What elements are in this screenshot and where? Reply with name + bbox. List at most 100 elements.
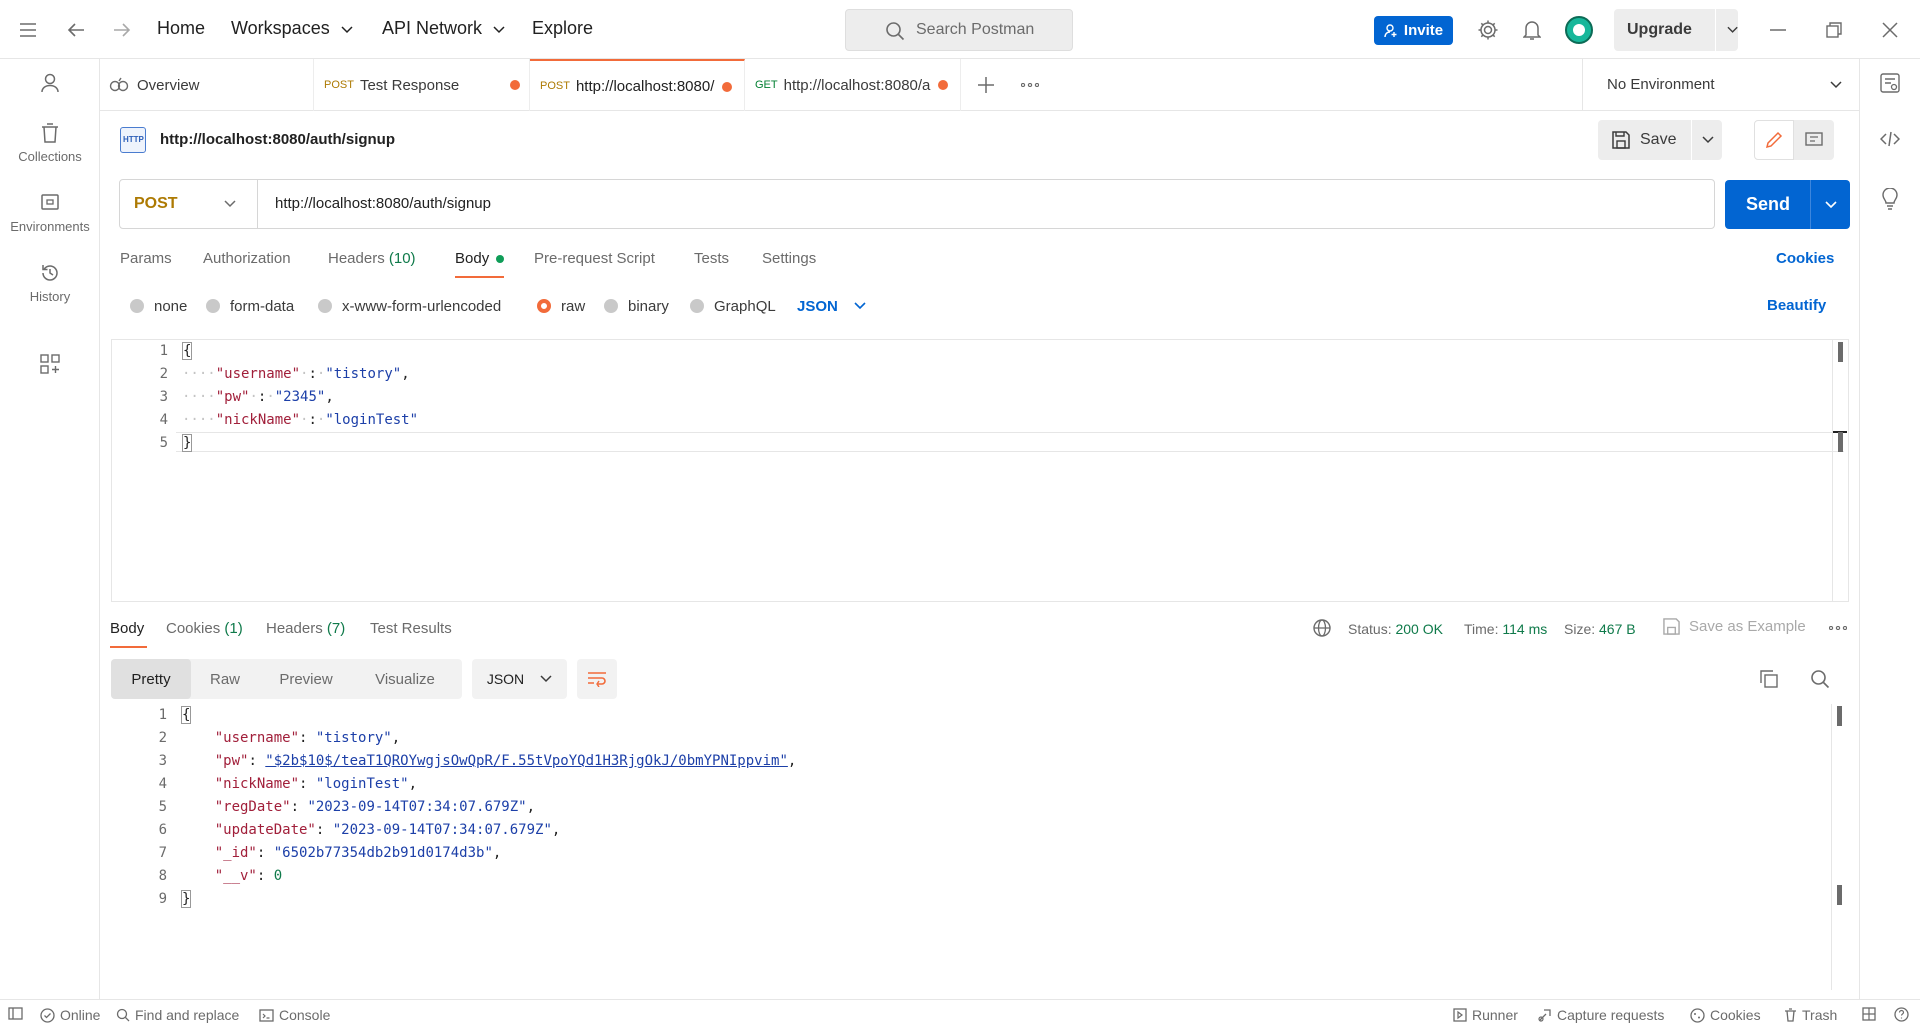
- search-icon[interactable]: [1809, 668, 1831, 690]
- invite-button[interactable]: Invite: [1374, 16, 1453, 45]
- scroll-thumb[interactable]: [1838, 432, 1843, 452]
- save-as-example-button[interactable]: Save as Example: [1663, 618, 1806, 635]
- cookies-link[interactable]: Cookies: [1776, 250, 1834, 267]
- console-button[interactable]: Console: [259, 1007, 330, 1023]
- tab-params[interactable]: Params: [120, 250, 172, 267]
- nav-api-network[interactable]: API Network: [382, 18, 505, 39]
- more-options-icon[interactable]: [1828, 622, 1848, 634]
- body-format-label: JSON: [797, 297, 838, 315]
- save-button[interactable]: Save: [1598, 120, 1722, 160]
- copy-icon[interactable]: [1758, 668, 1780, 690]
- view-visualize[interactable]: Visualize: [353, 659, 457, 699]
- chevron-down-icon: [854, 302, 866, 310]
- tab-tests[interactable]: Tests: [694, 250, 729, 267]
- avatar[interactable]: [1565, 16, 1593, 44]
- response-tab-headers[interactable]: Headers (7): [266, 620, 345, 637]
- request-body-editor[interactable]: 1 2 3 4 5 { ····"username"·:·"tistory", …: [111, 339, 1849, 602]
- unsaved-dot: [938, 80, 948, 90]
- view-pretty[interactable]: Pretty: [111, 659, 191, 699]
- scroll-thumb[interactable]: [1837, 885, 1842, 905]
- tab-authorization[interactable]: Authorization: [203, 250, 291, 267]
- sidebar-item-environments[interactable]: Environments: [0, 193, 100, 234]
- radio-form-data[interactable]: form-data: [206, 297, 294, 315]
- json-value: "tistory": [315, 730, 392, 746]
- wrap-lines-button[interactable]: [577, 659, 617, 699]
- cookies-button[interactable]: Cookies: [1690, 1007, 1761, 1023]
- search-box[interactable]: Search Postman: [845, 9, 1073, 51]
- view-preview[interactable]: Preview: [259, 659, 353, 699]
- scroll-thumb[interactable]: [1837, 706, 1842, 726]
- restore-window-icon[interactable]: [1822, 18, 1846, 42]
- response-tab-cookies[interactable]: Cookies (1): [166, 620, 243, 637]
- url-input[interactable]: http://localhost:8080/auth/signup: [275, 195, 491, 212]
- tab-signup-active[interactable]: POST http://localhost:8080/: [530, 59, 745, 111]
- tab-prerequest-script[interactable]: Pre-request Script: [534, 250, 655, 267]
- http-badge-label: HTTP: [123, 135, 144, 144]
- response-format-select[interactable]: JSON: [472, 659, 567, 699]
- help-button[interactable]: [1894, 1007, 1909, 1022]
- sidebar-item-history[interactable]: History: [0, 263, 100, 304]
- response-tab-body[interactable]: Body: [110, 620, 144, 637]
- notifications-bell-icon[interactable]: [1520, 18, 1544, 42]
- edit-mode-button[interactable]: [1754, 120, 1794, 160]
- url-bar: POST http://localhost:8080/auth/signup: [119, 179, 1715, 229]
- nav-explore[interactable]: Explore: [532, 18, 593, 39]
- tab-headers[interactable]: Headers (10): [328, 250, 416, 267]
- comments-button[interactable]: [1794, 120, 1834, 160]
- body-format-select[interactable]: JSON: [797, 297, 866, 315]
- minimize-window-icon[interactable]: [1766, 18, 1790, 42]
- method-select[interactable]: POST: [120, 180, 258, 228]
- sidebar-item-collections[interactable]: Collections: [0, 123, 100, 164]
- capture-requests-button[interactable]: Capture requests: [1538, 1007, 1664, 1023]
- back-arrow-icon[interactable]: [64, 18, 88, 42]
- radio-circle: [690, 299, 704, 313]
- tab-get-request[interactable]: GET http://localhost:8080/a: [745, 59, 961, 111]
- tab-test-response[interactable]: POST Test Response: [314, 59, 530, 111]
- beautify-link[interactable]: Beautify: [1767, 297, 1826, 314]
- more-tabs-icon[interactable]: [1018, 73, 1042, 97]
- nav-workspaces[interactable]: Workspaces: [231, 18, 353, 39]
- network-globe-icon[interactable]: [1312, 618, 1332, 638]
- comma: ,: [492, 845, 502, 861]
- find-replace-button[interactable]: Find and replace: [116, 1007, 239, 1023]
- trash-button[interactable]: Trash: [1784, 1007, 1837, 1023]
- time-readout[interactable]: Time: 114 ms: [1464, 621, 1547, 637]
- tab-settings[interactable]: Settings: [762, 250, 816, 267]
- environment-quicklook-icon[interactable]: [1878, 71, 1902, 95]
- tab-body[interactable]: Body: [455, 250, 505, 267]
- forward-arrow-icon[interactable]: [110, 18, 134, 42]
- viewer-scrollbar[interactable]: [1831, 704, 1847, 990]
- settings-gear-icon[interactable]: [1476, 18, 1500, 42]
- environment-selector[interactable]: No Environment: [1582, 59, 1859, 111]
- toggle-sidebar-button[interactable]: [8, 1007, 23, 1020]
- view-raw[interactable]: Raw: [191, 659, 259, 699]
- response-tab-test-results[interactable]: Test Results: [370, 620, 452, 637]
- code-snippet-icon[interactable]: [1878, 127, 1902, 151]
- radio-none[interactable]: none: [130, 297, 187, 315]
- upgrade-button[interactable]: Upgrade: [1614, 9, 1738, 51]
- status-readout[interactable]: Status: 200 OK: [1348, 621, 1443, 637]
- online-status[interactable]: Online: [40, 1007, 100, 1023]
- menu-icon[interactable]: [16, 18, 40, 42]
- lightbulb-icon[interactable]: [1878, 187, 1902, 211]
- json-value: 0: [273, 868, 283, 884]
- user-profile-icon[interactable]: [38, 71, 62, 95]
- response-body-viewer[interactable]: 1 2 3 4 5 6 7 8 9 { "username": "tistory…: [111, 704, 1849, 990]
- runner-button[interactable]: Runner: [1453, 1007, 1518, 1023]
- nav-home[interactable]: Home: [157, 18, 205, 39]
- tab-overview[interactable]: Overview: [100, 59, 314, 111]
- new-tab-plus-icon[interactable]: [974, 73, 998, 97]
- close-window-icon[interactable]: [1878, 18, 1902, 42]
- radio-graphql[interactable]: GraphQL: [690, 297, 776, 315]
- radio-binary[interactable]: binary: [604, 297, 669, 315]
- scroll-thumb[interactable]: [1838, 342, 1843, 362]
- configure-sidebar-icon[interactable]: [38, 352, 62, 376]
- layout-toggle-button[interactable]: [1862, 1007, 1876, 1021]
- editor-scrollbar[interactable]: [1832, 340, 1848, 601]
- send-button[interactable]: Send: [1725, 180, 1850, 229]
- request-title[interactable]: http://localhost:8080/auth/signup: [160, 131, 395, 148]
- json-value[interactable]: "$2b$10$/teaT1QROYwgjsOwQpR/F.55tVpoYQd1…: [265, 753, 788, 769]
- radio-urlencoded[interactable]: x-www-form-urlencoded: [318, 297, 501, 315]
- radio-raw[interactable]: raw: [537, 297, 585, 315]
- size-readout[interactable]: Size: 467 B: [1564, 621, 1636, 637]
